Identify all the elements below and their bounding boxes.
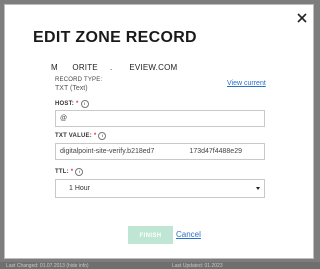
record-type-value: TXT (Text)	[55, 85, 88, 92]
info-icon[interactable]: i	[80, 100, 89, 108]
ttl-label: TTL: * i	[55, 168, 84, 176]
background-text-right: Last Updated: 01.2023	[172, 263, 223, 269]
chevron-down-icon	[256, 187, 260, 190]
host-input[interactable]: @	[55, 110, 265, 127]
required-mark: *	[70, 169, 74, 175]
dialog-title: EDIT ZONE RECORD	[33, 29, 197, 46]
txt-value-label: TXT VALUE: * i	[55, 132, 107, 140]
txt-value-label-text: TXT VALUE:	[55, 133, 92, 139]
view-current-link[interactable]: View current	[227, 80, 266, 87]
edit-zone-record-dialog: EDIT ZONE RECORD M ORITE . EVIEW.COM REC…	[4, 4, 314, 259]
info-icon[interactable]: i	[98, 132, 107, 140]
cancel-link[interactable]: Cancel	[176, 230, 201, 239]
host-label-text: HOST:	[55, 101, 74, 107]
host-label: HOST: * i	[55, 100, 89, 108]
txt-value-input[interactable]: digitalpoint-site-verify.b218ed7 173d47f…	[55, 143, 265, 160]
info-icon[interactable]: i	[75, 168, 84, 176]
required-mark: *	[93, 133, 97, 139]
record-type-label: RECORD TYPE:	[55, 77, 102, 83]
close-icon[interactable]	[296, 11, 308, 23]
record-type-label-text: RECORD TYPE:	[55, 77, 103, 83]
domain-name: M ORITE . EVIEW.COM	[51, 63, 178, 72]
background-text-left: Last Changed: 01.07.2013 (hide info)	[6, 263, 89, 269]
ttl-label-text: TTL:	[55, 169, 69, 175]
ttl-selected-value: 1 Hour	[69, 185, 91, 192]
required-mark: *	[76, 101, 79, 107]
ttl-select[interactable]: 1 Hour	[55, 179, 265, 198]
finish-button[interactable]: FINISH	[128, 226, 173, 244]
